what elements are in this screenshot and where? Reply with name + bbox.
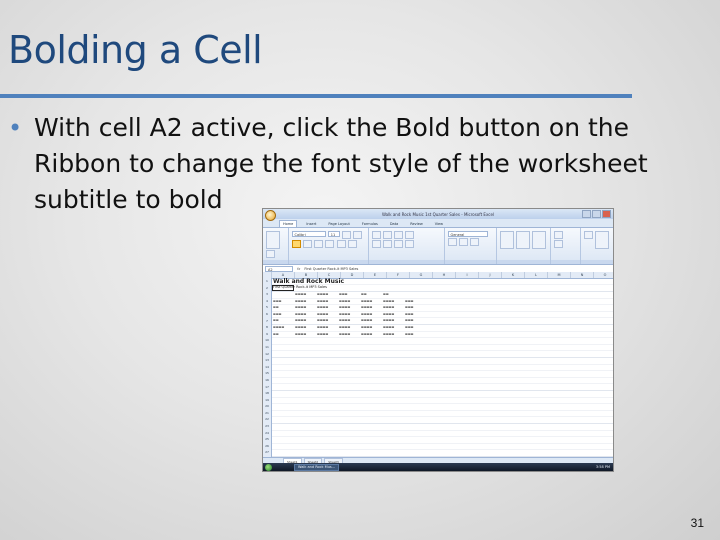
underline-icon [314,239,324,248]
ribbon: Calibri 11 General [263,228,613,265]
clipboard-group [263,228,289,264]
align-right-icon [394,239,404,248]
table-row: ▬▬ ▬▬▬▬ ▬▬▬▬ ▬▬▬▬ ▬▬▬▬ ▬▬▬▬ ▬▬▬ [273,318,414,323]
tab-insert: Insert [306,222,317,226]
slide-number: 31 [690,516,704,530]
insert-cells-icon [553,230,563,239]
bold-button [291,239,301,248]
percent-icon [458,237,468,246]
row-headers: 123 456 789 10 11 12 13 14 15 16 17 18 19 20 21 … [263,278,272,457]
font-group: Calibri 11 [289,228,369,264]
table-row: ▬▬▬▬ ▬▬▬▬ ▬▬▬▬ ▬▬▬▬ ▬▬▬▬ ▬▬▬▬ ▬▬▬ [273,325,414,329]
table-row: ▬▬▬ ▬▬▬▬ ▬▬▬▬ ▬▬▬▬ ▬▬▬▬ ▬▬▬▬ ▬▬▬ [273,298,414,303]
title-divider [0,94,632,98]
tab-view: View [434,222,444,226]
excel-window-title: Walk and Rock Music 1st Quarter Sales - … [381,211,495,217]
excel-screenshot: Walk and Rock Music 1st Quarter Sales - … [262,208,614,472]
paste-icon [265,230,280,249]
taskbar: Walk and Rock Mus... 3:58 PM [263,463,613,471]
table-row: ▬▬▬ ▬▬▬▬ ▬▬▬▬ ▬▬▬▬ ▬▬▬▬ ▬▬▬▬ ▬▬▬ [273,311,414,316]
font-name-box: Calibri [291,230,326,237]
conditional-format-icon [499,230,514,249]
italic-icon [302,239,312,248]
excel-title-bar: Walk and Rock Music 1st Quarter Sales - … [263,209,613,221]
cut-icon [265,249,275,258]
sort-filter-icon [594,230,609,249]
formula-text: First Quarter Rock-it MP3 Sales [304,267,359,271]
fill-color-icon [336,239,346,248]
tab-formulas: Formulas [361,222,378,226]
currency-icon [447,237,457,246]
cell-styles-icon [532,230,547,249]
window-controls [582,210,611,218]
styles-group [497,228,551,264]
font-size-box: 11 [327,230,340,237]
cells-group [551,228,581,264]
taskbar-item: Walk and Rock Mus... [294,463,340,471]
shrink-font-icon [353,230,363,239]
comma-icon [470,237,480,246]
font-color-icon [347,239,357,248]
alignment-group [369,228,445,264]
tab-home: Home [279,220,298,227]
grow-font-icon [342,230,352,239]
editing-group [581,228,613,264]
cell-area: Walk and Rock Music First Quarter Rock-i… [272,278,612,457]
number-format-box: General [447,230,488,237]
bullet-text: With cell A2 active, click the Bold butt… [34,113,648,214]
fx-icon: fx [297,267,301,271]
format-table-icon [515,230,530,249]
ribbon-tabs: Home Insert Page Layout Formulas Data Re… [263,219,613,228]
tab-review: Review [410,222,423,226]
table-row: ▬▬▬▬ ▬▬▬▬ ▬▬▬ ▬▬ ▬▬ [295,292,389,296]
bullet-point: • With cell A2 active, click the Bold bu… [8,110,688,218]
minimize-icon [582,210,591,218]
center-icon [382,239,392,248]
delete-cells-icon [553,239,563,248]
tab-page-layout: Page Layout [328,222,350,226]
tab-data: Data [389,222,399,226]
bullet-icon: • [8,114,23,142]
align-left-icon [371,239,381,248]
table-row: ▬▬ ▬▬▬▬ ▬▬▬▬ ▬▬▬▬ ▬▬▬▬ ▬▬▬▬ ▬▬▬ [273,331,414,336]
slide-title: Bolding a Cell [8,28,263,72]
worksheet-grid: A B C D E F G H I J K L M N O 123 456 78… [263,272,613,457]
align-bottom-icon [394,230,404,239]
table-row: ▬▬ ▬▬▬▬ ▬▬▬▬ ▬▬▬▬ ▬▬▬▬ ▬▬▬▬ ▬▬▬ [273,305,414,310]
merge-center-icon [405,239,415,248]
number-group: General [445,228,497,264]
sum-icon [583,230,593,239]
wrap-text-icon [405,230,415,239]
worksheet-subtitle: First Quarter Rock-it MP3 Sales [273,285,327,289]
align-middle-icon [382,230,392,239]
close-icon [602,210,611,218]
maximize-icon [592,210,601,218]
office-button-icon [265,210,276,221]
start-icon [265,463,272,471]
taskbar-clock: 3:58 PM [595,465,610,469]
align-top-icon [371,230,381,239]
borders-icon [325,239,335,248]
